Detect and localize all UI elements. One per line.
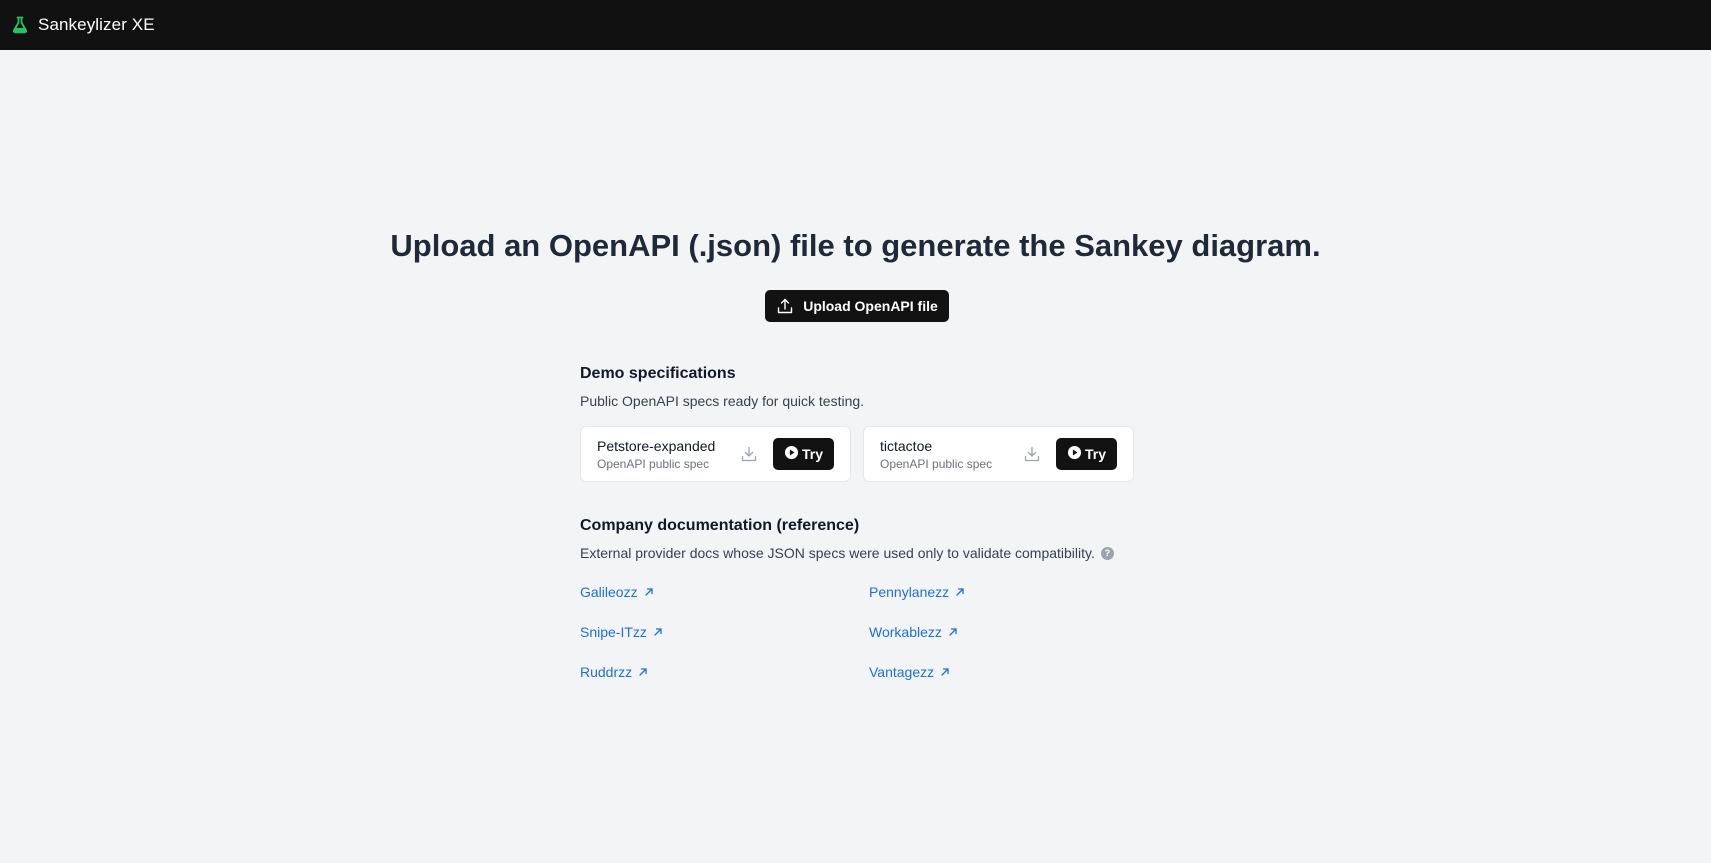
page-headline: Upload an OpenAPI (.json) file to genera… — [390, 228, 1321, 263]
external-link-icon — [955, 584, 965, 600]
demo-card-subtitle: OpenAPI public spec — [880, 456, 993, 471]
demo-cards: Petstore-expanded OpenAPI public spec Tr… — [580, 426, 1134, 482]
company-links: Galileozz Pennylanezz Snipe-ITzz Workabl… — [580, 584, 1000, 680]
external-link-icon — [940, 664, 950, 680]
company-section: Company documentation (reference) Extern… — [580, 517, 1140, 561]
company-title: Company documentation (reference) — [580, 517, 860, 534]
download-icon[interactable] — [739, 444, 759, 464]
link-galileozz[interactable]: Galileozz — [580, 584, 869, 600]
try-button[interactable]: Try — [1056, 438, 1117, 470]
download-icon[interactable] — [1022, 444, 1042, 464]
try-button[interactable]: Try — [773, 438, 834, 470]
link-snipe-itzz[interactable]: Snipe-ITzz — [580, 624, 869, 640]
demo-description: Public OpenAPI specs ready for quick tes… — [580, 393, 1140, 409]
upload-icon — [776, 297, 794, 315]
external-link-icon — [638, 664, 648, 680]
demo-description-text: Public OpenAPI specs ready for quick tes… — [580, 393, 865, 409]
external-link-icon — [653, 624, 663, 640]
play-icon — [1067, 445, 1082, 463]
demo-card-name: Petstore-expanded — [597, 437, 716, 454]
link-label: Workablezz — [869, 624, 942, 640]
link-vantagezz[interactable]: Vantagezz — [869, 664, 1000, 680]
link-label: Ruddrzz — [580, 664, 633, 680]
try-label: Try — [801, 446, 823, 462]
upload-button-label: Upload OpenAPI file — [803, 298, 938, 314]
upload-openapi-button[interactable]: Upload OpenAPI file — [765, 290, 949, 322]
flask-icon — [10, 15, 30, 35]
external-link-icon — [948, 624, 958, 640]
link-label: Snipe-ITzz — [580, 624, 647, 640]
link-label: Pennylanezz — [869, 584, 950, 600]
link-workablezz[interactable]: Workablezz — [869, 624, 1000, 640]
company-description: External provider docs whose JSON specs … — [580, 545, 1140, 561]
link-label: Galileozz — [580, 584, 638, 600]
demo-card-tictactoe: tictactoe OpenAPI public spec Try — [863, 426, 1134, 482]
demo-card-petstore: Petstore-expanded OpenAPI public spec Tr… — [580, 426, 851, 482]
link-label: Vantagezz — [869, 664, 935, 680]
app-title: Sankeylizer XE — [38, 15, 155, 34]
help-icon[interactable]: ? — [1100, 546, 1114, 560]
demo-card-name: tictactoe — [880, 437, 933, 454]
demo-title: Demo specifications — [580, 365, 736, 382]
link-pennylanezz[interactable]: Pennylanezz — [869, 584, 1000, 600]
play-icon — [784, 445, 799, 463]
link-ruddrzz[interactable]: Ruddrzz — [580, 664, 869, 680]
external-link-icon — [644, 584, 654, 600]
company-description-text: External provider docs whose JSON specs … — [580, 545, 1095, 561]
top-bar: Sankeylizer XE — [0, 0, 1711, 50]
demo-card-subtitle: OpenAPI public spec — [597, 456, 710, 471]
try-label: Try — [1084, 446, 1106, 462]
demo-section: Demo specifications Public OpenAPI specs… — [580, 365, 1140, 409]
